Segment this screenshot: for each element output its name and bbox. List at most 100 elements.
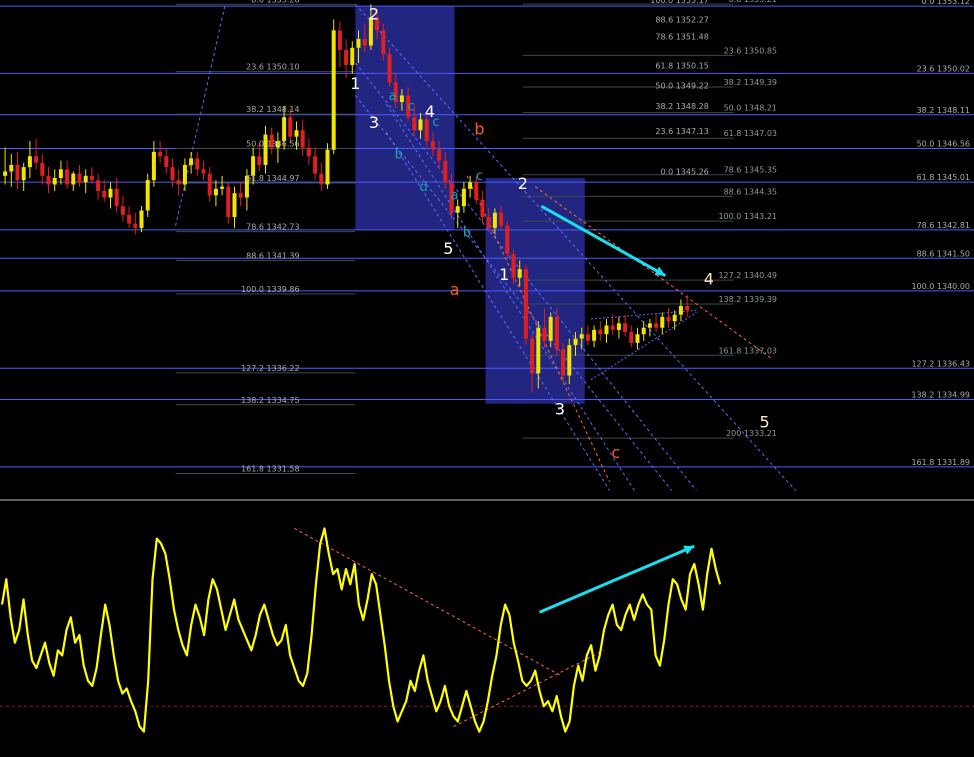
candle-body	[517, 269, 522, 278]
chart-canvas: 0.0 1353.1223.6 1350.0238.2 1348.1150.0 …	[0, 0, 974, 757]
candle-body	[151, 151, 156, 181]
ext-fib-label-0: 0.0 1353.21	[729, 0, 777, 4]
candle-body	[623, 323, 628, 333]
candle-body	[220, 186, 225, 189]
candle-body	[182, 164, 187, 185]
candle-body	[102, 190, 107, 198]
candle-body	[40, 162, 45, 176]
candle-body	[207, 173, 212, 196]
candle-body	[133, 223, 138, 228]
left-fib-label-1: 23.6 1350.10	[246, 63, 299, 72]
candle-body	[127, 214, 132, 224]
candle-body	[685, 306, 690, 311]
candle-body	[561, 349, 566, 376]
wave-label-10: a	[451, 189, 459, 204]
candle-body	[65, 169, 70, 185]
wave-label-11: b	[463, 226, 471, 241]
left-fib-label-4: 61.8 1344.97	[246, 174, 299, 183]
wave-label-14: a	[450, 280, 460, 299]
candle-body	[89, 175, 94, 181]
wave-label-18: c	[611, 443, 620, 462]
candle-body	[666, 316, 671, 322]
wave-label-12: c	[476, 169, 483, 184]
candle-body	[319, 173, 324, 185]
candle-body	[15, 164, 20, 181]
candle-body	[505, 225, 510, 254]
candle-body	[294, 130, 299, 137]
ext-fib-label-4: 61.8 1347.03	[724, 129, 777, 138]
candle-body	[474, 182, 479, 200]
wave-label-0: 1	[350, 74, 360, 93]
candle-body	[492, 212, 497, 228]
candle-body	[362, 39, 367, 46]
candle-body	[96, 180, 101, 191]
wave-label-17: 3	[555, 400, 565, 419]
candle-body	[71, 173, 76, 185]
candle-body	[530, 338, 535, 374]
candle-body	[635, 334, 640, 343]
wave-label-2: 3	[369, 113, 379, 132]
left-fib-label-6: 88.6 1341.39	[246, 252, 299, 261]
candle-body	[424, 119, 429, 142]
candle-body	[120, 206, 125, 215]
candle-body	[536, 327, 541, 374]
candle-body	[592, 329, 597, 341]
candle-body	[356, 39, 361, 48]
candle-body	[288, 117, 293, 137]
candle-body	[306, 147, 311, 157]
candle-body	[567, 345, 572, 376]
candle-body	[598, 329, 603, 335]
wave-label-13: b	[474, 120, 484, 139]
candle-body	[486, 217, 491, 228]
candle-body	[430, 141, 435, 150]
ext-fib-label-9: 138.2 1339.39	[718, 295, 777, 304]
left-fib-label-9: 138.2 1334.75	[241, 396, 300, 405]
candle-body	[331, 30, 336, 150]
candle-body	[83, 175, 88, 183]
candle-body	[282, 117, 287, 142]
candle-body	[176, 180, 181, 185]
right-level-label-3: 50.0 1346.56	[917, 139, 970, 148]
right-level-label-4: 61.8 1345.01	[917, 173, 970, 182]
candle-body	[34, 156, 39, 163]
candle-body	[511, 253, 516, 278]
candle-body	[672, 314, 677, 322]
wave-label-9: d	[419, 180, 427, 195]
candle-body	[300, 130, 305, 148]
candle-body	[213, 188, 218, 196]
mid-fib-label-1: 88.6 1352.27	[655, 16, 708, 25]
wave-label-16: 1	[499, 265, 509, 284]
candle-body	[418, 119, 423, 131]
candle-body	[647, 323, 652, 328]
candle-body	[58, 169, 63, 178]
candle-body	[77, 173, 82, 183]
ext-fib-label-10: 161.8 1337.03	[718, 346, 777, 355]
candle-body	[158, 151, 163, 157]
left-fib-label-10: 161.8 1331.58	[241, 465, 300, 474]
wave-label-7: c	[408, 100, 415, 115]
candle-body	[641, 327, 646, 335]
candle-body	[52, 177, 57, 185]
candle-body	[201, 169, 206, 174]
candle-body	[579, 334, 584, 339]
candle-body	[46, 175, 51, 185]
candle-body	[554, 316, 559, 350]
right-level-label-10: 161.8 1331.89	[911, 458, 970, 467]
left-fib-label-5: 78.6 1342.73	[246, 223, 299, 232]
candle-body	[27, 156, 32, 168]
candle-body	[226, 186, 231, 218]
candle-body	[499, 212, 504, 226]
candle-body	[170, 167, 175, 181]
ext-fib-label-2: 38.2 1349.39	[724, 78, 777, 87]
left-fib-label-0: 0.0 1353.20	[251, 0, 299, 4]
candle-body	[3, 171, 8, 176]
candle-body	[523, 269, 528, 339]
candle-body	[251, 156, 256, 176]
candle-body	[443, 160, 448, 183]
ext-fib-label-3: 50.0 1348.21	[724, 104, 777, 113]
wave-label-6: b	[395, 147, 403, 162]
wave-label-19: 4	[704, 269, 714, 288]
mid-fib-label-2: 78.6 1351.48	[655, 33, 708, 42]
right-level-label-9: 138.2 1334.99	[911, 391, 970, 400]
candle-body	[381, 30, 386, 55]
